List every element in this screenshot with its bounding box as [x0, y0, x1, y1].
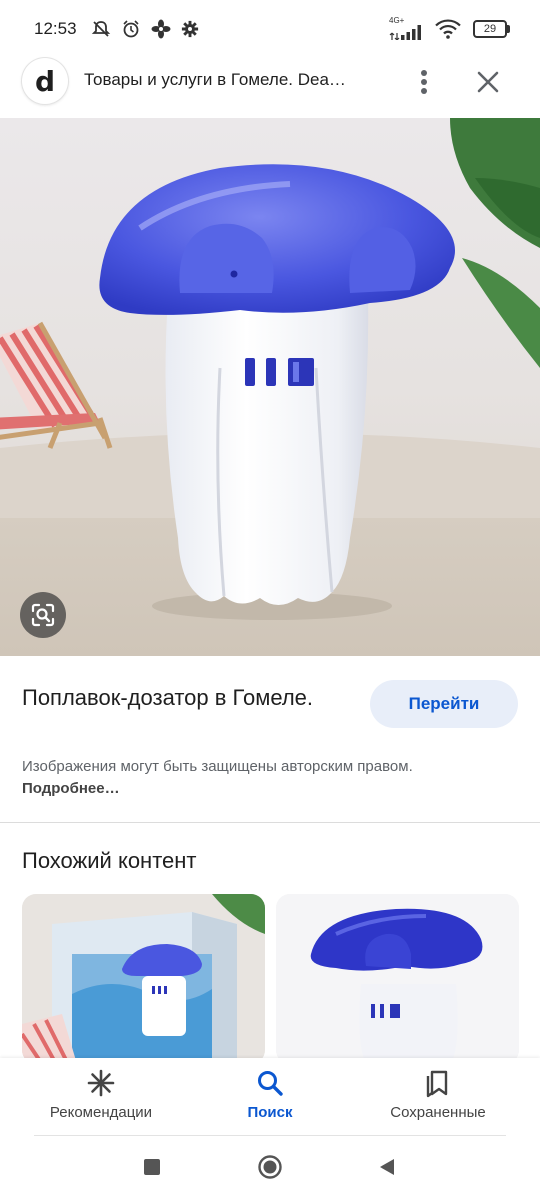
bookmarks-icon [426, 1070, 448, 1098]
bottom-navigation: Рекомендации Поиск Сохраненные [0, 1058, 540, 1200]
more-vertical-icon [421, 70, 427, 94]
nav-saved-label: Сохраненные [390, 1104, 486, 1121]
learn-more-link[interactable]: Подробнее… [22, 780, 120, 797]
home-circle-icon[interactable] [257, 1154, 283, 1180]
section-divider [0, 822, 540, 823]
close-icon [477, 71, 499, 93]
search-icon [258, 1071, 283, 1096]
similar-content-heading: Похожий контент [22, 848, 197, 873]
visit-button[interactable]: Перейти [370, 680, 518, 728]
settings-gear-icon [181, 20, 198, 38]
pool-float-dispenser-photo [0, 118, 540, 656]
close-button[interactable] [468, 62, 508, 102]
visual-search-button[interactable] [20, 592, 66, 638]
copyright-notice: Изображения могут быть защищены авторски… [22, 756, 442, 800]
cellular-signal-icon: 4G+ [389, 16, 423, 40]
wifi-icon [435, 19, 461, 39]
result-image[interactable] [0, 118, 540, 656]
battery-level: 29 [483, 23, 497, 35]
nav-search-label: Поиск [247, 1104, 293, 1121]
fan-icon [151, 19, 171, 39]
similar-product-box-thumbnail [22, 894, 265, 1064]
system-navigation-bar [0, 1146, 540, 1190]
status-bar: 12:53 4G+ 29 [0, 0, 540, 58]
source-page-title[interactable]: Товары и услуги в Гомеле. Dea… [84, 70, 384, 90]
similar-product-thumbnail [276, 894, 519, 1064]
lens-search-icon [31, 603, 55, 627]
nav-saved[interactable]: Сохраненные [378, 1068, 498, 1138]
alarm-icon [122, 20, 139, 38]
status-notification-icons [91, 19, 199, 39]
nav-recommendations[interactable]: Рекомендации [36, 1068, 166, 1138]
status-time: 12:53 [34, 19, 77, 38]
similar-result-card[interactable] [276, 894, 519, 1064]
muted-notifications-icon [91, 21, 110, 37]
similar-result-card[interactable] [22, 894, 265, 1064]
status-system-icons: 4G+ 29 [389, 16, 510, 40]
nav-recommendations-label: Рекомендации [49, 1104, 153, 1121]
copyright-text: Изображения могут быть защищены авторски… [22, 758, 413, 775]
nav-divider [34, 1135, 506, 1136]
recents-square-icon[interactable] [142, 1157, 162, 1177]
battery-icon: 29 [473, 20, 510, 38]
site-favicon[interactable]: d [22, 58, 68, 104]
back-triangle-icon[interactable] [377, 1157, 397, 1177]
more-options-button[interactable] [404, 62, 444, 102]
result-title: Поплавок-дозатор в Гомеле. [22, 685, 314, 710]
site-favicon-letter: d [34, 64, 56, 98]
nav-search[interactable]: Поиск [220, 1068, 320, 1138]
source-header: d Товары и услуги в Гомеле. Dea… [0, 58, 540, 118]
asterisk-icon [87, 1069, 115, 1097]
